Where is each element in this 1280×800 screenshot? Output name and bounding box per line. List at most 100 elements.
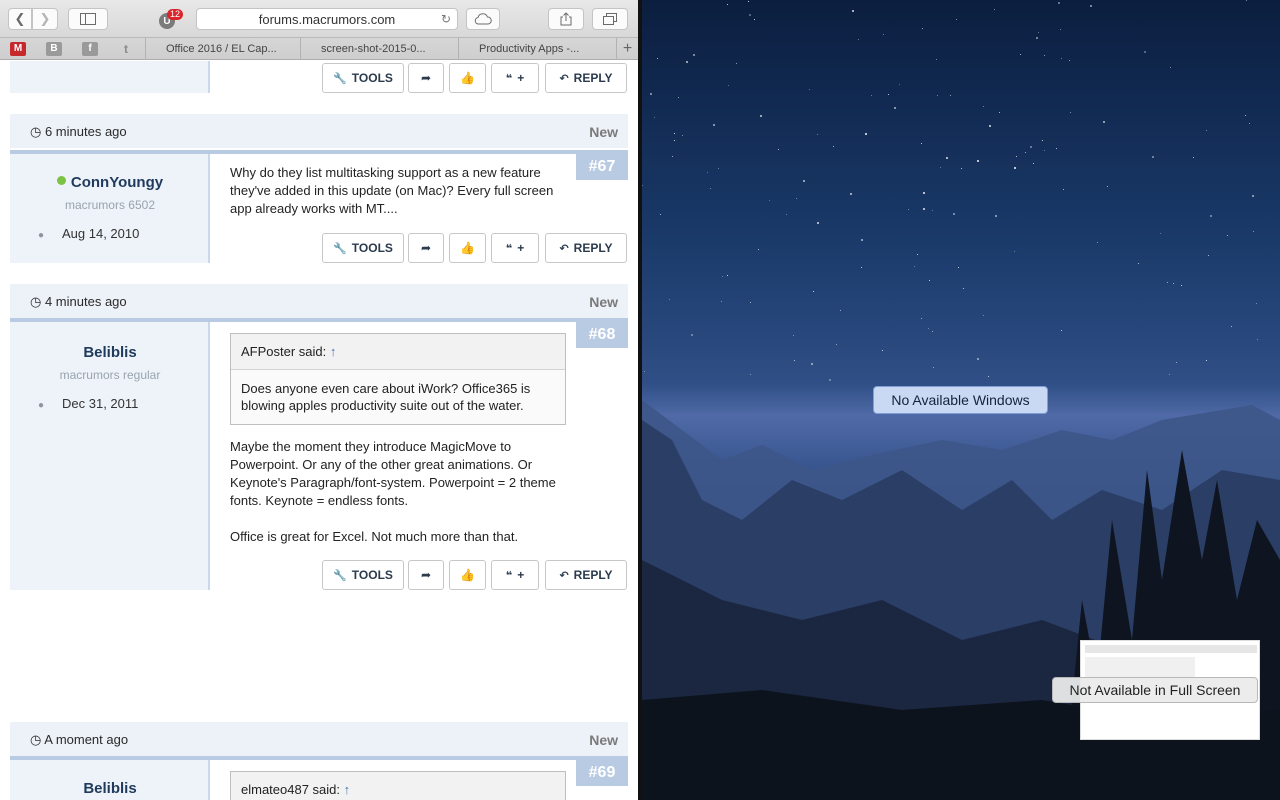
like-button[interactable]: 👍 <box>449 560 486 590</box>
post-header-68: ◷ 4 minutes ago New <box>10 284 628 318</box>
post-message: Why do they list multitasking support as… <box>230 165 554 216</box>
browser-toolbar: ❮ ❯ U 12 forums.macrumors.com ↻ <box>0 0 638 38</box>
reply-button[interactable]: ↶ REPLY <box>545 233 627 263</box>
quote-icon: ❝ <box>505 72 513 85</box>
tab-office-2016[interactable]: Office 2016 / EL Cap... <box>145 38 295 60</box>
post-67: ConnYoungy macrumors 6502 ● Aug 14, 2010 … <box>10 150 628 263</box>
share-arrow-icon: ➦ <box>420 71 432 85</box>
previous-post-user-column <box>10 61 210 93</box>
username[interactable]: ConnYoungy <box>10 174 210 191</box>
multiquote-button[interactable]: ❝ + <box>491 560 539 590</box>
quote-icon: ❝ <box>505 569 513 582</box>
user-info: Beliblis macrumors regular ● Dec 31, 2011 <box>10 322 210 590</box>
post-number[interactable]: #67 <box>576 154 628 180</box>
share-button[interactable] <box>548 8 584 30</box>
wrench-icon: 🔧 <box>333 242 347 255</box>
quote-author: AFPoster said: <box>241 344 327 359</box>
icloud-tabs-button[interactable] <box>466 8 500 30</box>
sidebar-toggle-button[interactable] <box>68 8 108 30</box>
post-time[interactable]: ◷ 6 minutes ago <box>30 124 127 140</box>
username[interactable]: Beliblis <box>10 344 210 361</box>
clock-icon: ◷ <box>30 732 42 747</box>
reply-icon: ↶ <box>559 569 569 582</box>
reload-icon[interactable]: ↻ <box>441 12 451 26</box>
facebook-fav-icon[interactable]: f <box>82 41 98 56</box>
clock-icon: ◷ <box>30 294 42 309</box>
quote-header: elmateo487 said: ↑ <box>231 772 565 800</box>
user-info: Beliblis <box>10 760 210 800</box>
quote-header: AFPoster said: ↑ <box>231 334 565 370</box>
multiquote-button[interactable]: ❝ + <box>491 233 539 263</box>
url-text: forums.macrumors.com <box>258 11 396 27</box>
tab-overview-button[interactable] <box>592 8 628 30</box>
post-actions: 🔧 TOOLS ➦ 👍 ❝ + ↶ REPLY <box>322 560 628 590</box>
tools-button[interactable]: 🔧 TOOLS <box>322 63 404 93</box>
share-post-button[interactable]: ➦ <box>408 233 444 263</box>
reply-icon: ↶ <box>559 242 569 255</box>
share-arrow-icon: ➦ <box>420 241 432 255</box>
join-date: ● Aug 14, 2010 <box>38 226 140 241</box>
favorites-bar: M B f t Office 2016 / EL Cap... screen-s… <box>0 38 638 60</box>
quote-author: elmateo487 said: <box>241 782 341 797</box>
new-label: New <box>589 124 618 140</box>
person-icon: ● <box>38 400 45 411</box>
b-fav-icon[interactable]: B <box>46 41 62 56</box>
username[interactable]: Beliblis <box>10 780 210 797</box>
share-post-button[interactable]: ➦ <box>408 63 444 93</box>
desktop-wallpaper: No Available Windows Not Available in Fu… <box>642 0 1280 800</box>
post-header-69: ◷ A moment ago New <box>10 722 628 756</box>
reply-icon: ↶ <box>559 72 569 85</box>
thumbs-up-icon: 👍 <box>460 568 475 582</box>
safari-window: ❮ ❯ U 12 forums.macrumors.com ↻ M B f t … <box>0 0 638 800</box>
post-69: Beliblis #69 elmateo487 said: ↑ <box>10 756 628 800</box>
address-bar[interactable]: forums.macrumors.com ↻ <box>196 8 458 30</box>
ublock-extension-button[interactable]: U 12 <box>157 9 184 30</box>
post-header-67: ◷ 6 minutes ago New <box>10 114 628 148</box>
new-label: New <box>589 294 618 310</box>
post-68: Beliblis macrumors regular ● Dec 31, 2011… <box>10 318 628 590</box>
post-message: Maybe the moment they introduce MagicMov… <box>230 439 556 508</box>
previous-post-actions: 🔧 TOOLS ➦ 👍 ❝ + ↶ REPLY <box>322 63 628 93</box>
twitter-fav-icon[interactable]: t <box>118 42 134 56</box>
online-indicator <box>56 176 66 185</box>
post-number[interactable]: #68 <box>576 322 628 348</box>
post-time[interactable]: ◷ A moment ago <box>30 732 128 748</box>
tools-button[interactable]: 🔧 TOOLS <box>322 233 404 263</box>
forward-button[interactable]: ❯ <box>32 8 58 30</box>
post-message-2: Office is great for Excel. Not much more… <box>230 529 519 544</box>
sidebar-icon <box>80 13 96 25</box>
tab-productivity-apps[interactable]: Productivity Apps -... <box>458 38 616 60</box>
up-arrow-icon[interactable]: ↑ <box>344 782 351 797</box>
tab-screen-shot[interactable]: screen-shot-2015-0... <box>300 38 458 60</box>
new-tab-button[interactable]: + <box>616 38 638 60</box>
share-post-button[interactable]: ➦ <box>408 560 444 590</box>
person-icon: ● <box>38 230 45 241</box>
multiquote-button[interactable]: ❝ + <box>491 63 539 93</box>
thumbnail-toolbar <box>1085 645 1257 653</box>
chevron-right-icon: ❯ <box>39 11 51 26</box>
up-arrow-icon[interactable]: ↑ <box>330 344 337 359</box>
reply-button[interactable]: ↶ REPLY <box>545 560 627 590</box>
quote-icon: ❝ <box>505 242 513 255</box>
like-button[interactable]: 👍 <box>449 233 486 263</box>
plus-icon: + <box>622 40 633 57</box>
user-info: ConnYoungy macrumors 6502 ● Aug 14, 2010 <box>10 154 210 263</box>
back-button[interactable]: ❮ <box>8 8 32 30</box>
post-time[interactable]: ◷ 4 minutes ago <box>30 294 127 310</box>
macrumors-fav-icon[interactable]: M <box>10 41 26 56</box>
forum-page: 🔧 TOOLS ➦ 👍 ❝ + ↶ REPLY ◷ 6 minutes ago New… <box>0 61 638 800</box>
thumbnail-content <box>1085 657 1195 677</box>
not-available-full-screen-label: Not Available in Full Screen <box>1052 677 1258 703</box>
thumbs-up-icon: 👍 <box>460 241 475 255</box>
clock-icon: ◷ <box>30 124 42 139</box>
user-title: macrumors regular <box>59 368 161 382</box>
wrench-icon: 🔧 <box>333 72 347 85</box>
reply-button[interactable]: ↶ REPLY <box>545 63 627 93</box>
post-actions: 🔧 TOOLS ➦ 👍 ❝ + ↶ REPLY <box>322 233 628 263</box>
chevron-left-icon: ❮ <box>14 11 26 26</box>
post-number[interactable]: #69 <box>576 760 628 786</box>
share-icon <box>560 12 572 26</box>
quote-text: Does anyone even care about iWork? Offic… <box>231 370 565 424</box>
tools-button[interactable]: 🔧 TOOLS <box>322 560 404 590</box>
like-button[interactable]: 👍 <box>449 63 486 93</box>
